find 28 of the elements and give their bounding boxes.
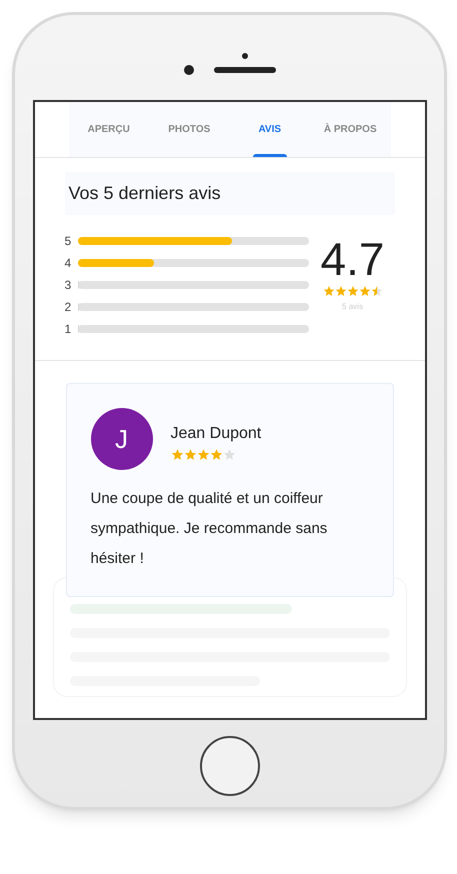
tab[interactable]: PHOTOS bbox=[149, 102, 230, 157]
avatar: J bbox=[90, 408, 152, 470]
rating-label: 2 bbox=[64, 298, 72, 316]
star-icon bbox=[322, 285, 334, 297]
speaker-icon bbox=[214, 66, 276, 72]
rating-label: 4 bbox=[64, 254, 72, 272]
camera-icon bbox=[184, 64, 194, 74]
tab[interactable]: À PROPOS bbox=[310, 102, 390, 157]
star-icon bbox=[222, 448, 236, 461]
review-text: Une coupe de qualité et un coiffeur sympathique. Je recommande sans hésiter ! bbox=[90, 489, 328, 569]
star-icon bbox=[196, 448, 210, 461]
star-icon bbox=[334, 285, 346, 297]
rating-label: 1 bbox=[64, 320, 72, 338]
star-icon bbox=[210, 448, 222, 461]
tab-indicator bbox=[252, 154, 287, 157]
rating-label: 5 bbox=[64, 232, 72, 250]
star-icon bbox=[358, 285, 370, 297]
tab[interactable]: AVIS bbox=[230, 102, 310, 157]
sensor-icon bbox=[242, 52, 248, 58]
star-icon bbox=[346, 285, 358, 297]
rating-label: 3 bbox=[64, 276, 72, 294]
tab[interactable]: APERÇU bbox=[68, 102, 149, 157]
star-icon bbox=[170, 448, 184, 461]
section-title: Vos 5 derniers avis bbox=[64, 172, 394, 215]
star-icon bbox=[370, 285, 382, 297]
star-icon bbox=[184, 448, 196, 461]
average-rating: 4.7 bbox=[320, 233, 384, 285]
reviewer-name: Jean Dupont bbox=[170, 424, 262, 444]
